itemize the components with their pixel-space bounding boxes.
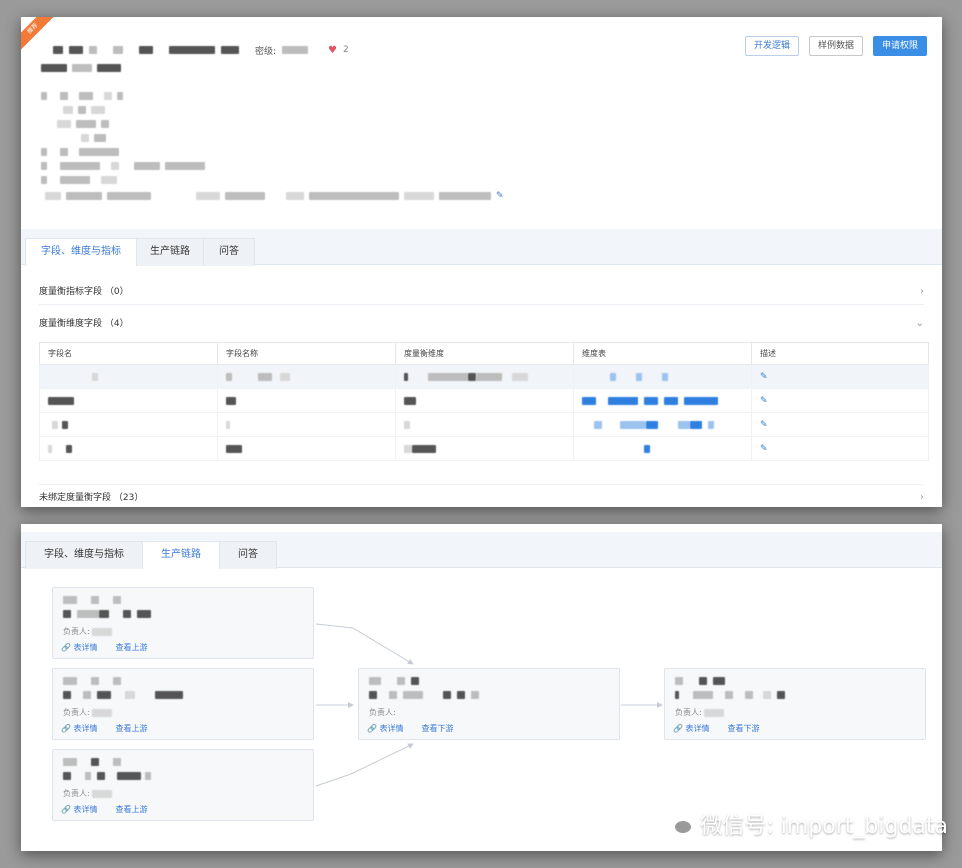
view-upstream-link[interactable]: 查看上游: [116, 723, 148, 734]
col-field-name: 字段名: [39, 342, 218, 365]
tab-lineage[interactable]: 生产链路: [136, 238, 204, 266]
table-name-redacted: [53, 46, 63, 54]
heart-icon[interactable]: ♥: [328, 45, 337, 56]
view-downstream-link[interactable]: 查看下游: [422, 723, 454, 734]
col-description: 描述: [751, 342, 929, 365]
table-description-redacted: ✎: [41, 61, 601, 203]
table-detail-link[interactable]: 🔗 表详情: [61, 723, 98, 734]
detail-tabs: 字段、维度与指标 生产链路 问答: [21, 229, 942, 266]
owner-label: 负责人:: [369, 708, 396, 717]
table-name-redacted: [139, 46, 153, 54]
lineage-node-upstream[interactable]: 负责人: 🔗 表详情 查看上游: [52, 668, 314, 740]
chevron-down-icon: ⌄: [915, 318, 924, 329]
dev-logic-button[interactable]: 开发逻辑: [744, 36, 799, 56]
edit-icon[interactable]: ✎: [496, 191, 504, 201]
owner-label: 负责人:: [63, 789, 90, 798]
table-header-row: 字段名 字段名称 度量衡维度 维度表 描述: [39, 342, 929, 365]
chevron-right-icon: ›: [920, 286, 924, 297]
col-dimension-table: 维度表: [573, 342, 752, 365]
section-metric-fields[interactable]: 度量衡指标字段 （0） ›: [39, 279, 924, 305]
like-count: 2: [343, 45, 349, 55]
lineage-node-upstream[interactable]: 负责人: 🔗 表详情 查看上游: [52, 749, 314, 821]
section-label: 度量衡维度字段 （4）: [39, 319, 129, 329]
edit-icon[interactable]: ✎: [760, 396, 768, 406]
view-upstream-link[interactable]: 查看上游: [116, 804, 148, 815]
lineage-node-downstream[interactable]: 负责人: 🔗 表详情 查看下游: [664, 668, 926, 740]
table-detail-panel: 推荐 密级: ♥ 2 开发逻辑 样例数据 申请权限 ✎ 字段、维度与指标 生产链…: [21, 17, 942, 507]
table-name-redacted: [113, 46, 123, 54]
section-label: 度量衡指标字段 （0）: [39, 287, 129, 297]
table-title-row: 密级: ♥ 2: [53, 43, 349, 57]
sample-data-button[interactable]: 样例数据: [808, 36, 863, 56]
table-detail-link[interactable]: 🔗 表详情: [61, 642, 98, 653]
edit-icon[interactable]: ✎: [760, 372, 768, 382]
secret-level-value: [282, 46, 309, 54]
col-field-title: 字段名称: [217, 342, 396, 365]
view-downstream-link[interactable]: 查看下游: [728, 723, 760, 734]
tab-qa[interactable]: 问答: [203, 238, 255, 266]
wechat-watermark: 微信号: import_bigdata: [660, 808, 948, 840]
watermark-text: 微信号: import_bigdata: [700, 814, 948, 839]
owner-label: 负责人:: [63, 627, 90, 636]
dimension-fields-table: 字段名 字段名称 度量衡维度 维度表 描述 ✎ ✎ ✎ ✎: [39, 342, 929, 461]
col-dimension: 度量衡维度: [395, 342, 574, 365]
table-detail-link[interactable]: 🔗 表详情: [367, 723, 404, 734]
apply-permission-button[interactable]: 申请权限: [872, 36, 927, 56]
section-dimension-fields[interactable]: 度量衡维度字段 （4） ⌄: [39, 311, 924, 337]
table-row[interactable]: ✎: [39, 412, 929, 437]
wechat-icon: [661, 813, 694, 835]
owner-label: 负责人:: [675, 708, 702, 717]
lineage-node-upstream[interactable]: 负责人: 🔗 表详情 查看上游: [52, 587, 314, 659]
secret-level-label: 密级:: [255, 46, 277, 57]
section-label: 未绑定度量衡字段 （23）: [39, 493, 144, 503]
chevron-right-icon: ›: [920, 492, 924, 503]
section-unbound-fields[interactable]: 未绑定度量衡字段 （23） ›: [39, 484, 924, 507]
edit-icon[interactable]: ✎: [760, 420, 768, 430]
table-row[interactable]: ✎: [39, 388, 929, 413]
view-upstream-link[interactable]: 查看上游: [116, 642, 148, 653]
table-row[interactable]: ✎: [39, 364, 929, 389]
owner-label: 负责人:: [63, 708, 90, 717]
action-buttons: 开发逻辑 样例数据 申请权限: [744, 36, 927, 56]
table-detail-link[interactable]: 🔗 表详情: [61, 804, 98, 815]
table-name-redacted: [69, 46, 83, 54]
table-row[interactable]: ✎: [39, 436, 929, 461]
lineage-panel: 字段、维度与指标 生产链路 问答 负责人: 🔗 表详情 查看上游 负责人: 🔗 表…: [21, 524, 942, 851]
table-name-redacted: [169, 46, 215, 54]
table-name-redacted: [221, 46, 239, 54]
edit-icon[interactable]: ✎: [760, 444, 768, 454]
tab-fields[interactable]: 字段、维度与指标: [25, 238, 137, 266]
lineage-node-current[interactable]: 负责人: 🔗 表详情 查看下游: [358, 668, 620, 740]
table-detail-link[interactable]: 🔗 表详情: [673, 723, 710, 734]
table-name-redacted: [89, 46, 97, 54]
